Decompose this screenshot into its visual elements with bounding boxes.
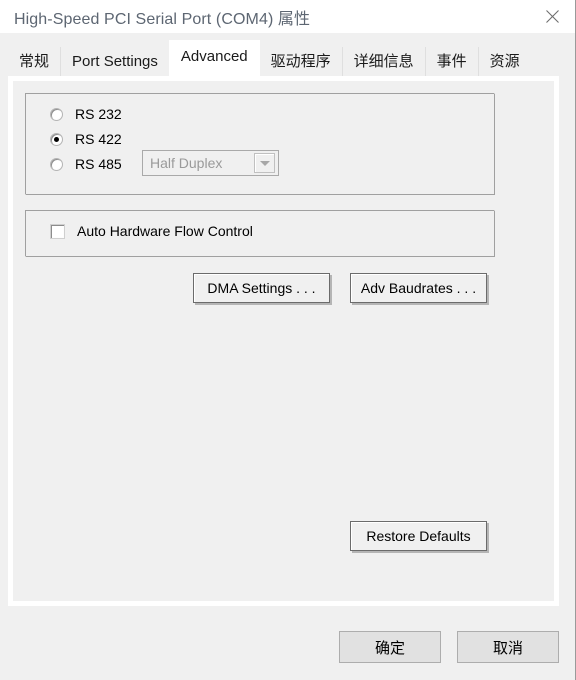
- ok-button[interactable]: 确定: [339, 631, 441, 663]
- tab-resources[interactable]: 资源: [477, 47, 531, 76]
- radio-rs232-label: RS 232: [75, 106, 122, 122]
- radio-indicator-icon: [50, 157, 63, 171]
- tab-details[interactable]: 详细信息: [341, 47, 425, 76]
- close-icon: [545, 10, 559, 23]
- tab-general[interactable]: 常规: [8, 47, 61, 76]
- radio-rs232[interactable]: RS 232: [50, 106, 122, 122]
- checkbox-indicator-icon: [50, 223, 65, 239]
- radio-indicator-icon: [50, 132, 63, 146]
- auto-hardware-flow-control-checkbox[interactable]: Auto Hardware Flow Control: [50, 223, 253, 239]
- tab-port-settings[interactable]: Port Settings: [60, 47, 169, 76]
- title-bar: High-Speed PCI Serial Port (COM4) 属性: [0, 0, 575, 33]
- advanced-page: RS 232 RS 422 RS 485 Half Duplex Auto Ha…: [13, 81, 554, 601]
- cancel-button[interactable]: 取消: [457, 631, 559, 663]
- serial-mode-group: RS 232 RS 422 RS 485 Half Duplex: [25, 93, 495, 195]
- tab-content-panel: RS 232 RS 422 RS 485 Half Duplex Auto Ha…: [8, 76, 559, 606]
- close-button[interactable]: [529, 0, 575, 33]
- dma-settings-button[interactable]: DMA Settings . . .: [193, 273, 330, 303]
- chevron-down-icon: [259, 160, 270, 166]
- dialog-footer: 确定 取消: [0, 606, 575, 680]
- radio-rs422[interactable]: RS 422: [50, 131, 122, 147]
- tab-strip: 常规 Port Settings Advanced 驱动程序 详细信息 事件 资…: [0, 33, 575, 76]
- properties-dialog: High-Speed PCI Serial Port (COM4) 属性 常规 …: [0, 0, 576, 680]
- tab-advanced[interactable]: Advanced: [168, 40, 260, 76]
- duplex-dropdown-button[interactable]: [254, 153, 275, 173]
- window-title: High-Speed PCI Serial Port (COM4) 属性: [14, 11, 311, 28]
- adv-baudrates-button[interactable]: Adv Baudrates . . .: [350, 273, 487, 303]
- duplex-mode-value: Half Duplex: [150, 155, 223, 171]
- auto-hardware-flow-control-label: Auto Hardware Flow Control: [77, 223, 253, 239]
- duplex-mode-select[interactable]: Half Duplex: [142, 150, 279, 176]
- tab-events[interactable]: 事件: [424, 47, 478, 76]
- radio-indicator-icon: [50, 107, 63, 121]
- tab-driver[interactable]: 驱动程序: [259, 47, 342, 76]
- flow-control-group: Auto Hardware Flow Control: [25, 210, 495, 257]
- radio-rs485-label: RS 485: [75, 156, 122, 172]
- restore-defaults-button[interactable]: Restore Defaults: [350, 521, 487, 551]
- radio-rs422-label: RS 422: [75, 131, 122, 147]
- radio-rs485[interactable]: RS 485: [50, 156, 122, 172]
